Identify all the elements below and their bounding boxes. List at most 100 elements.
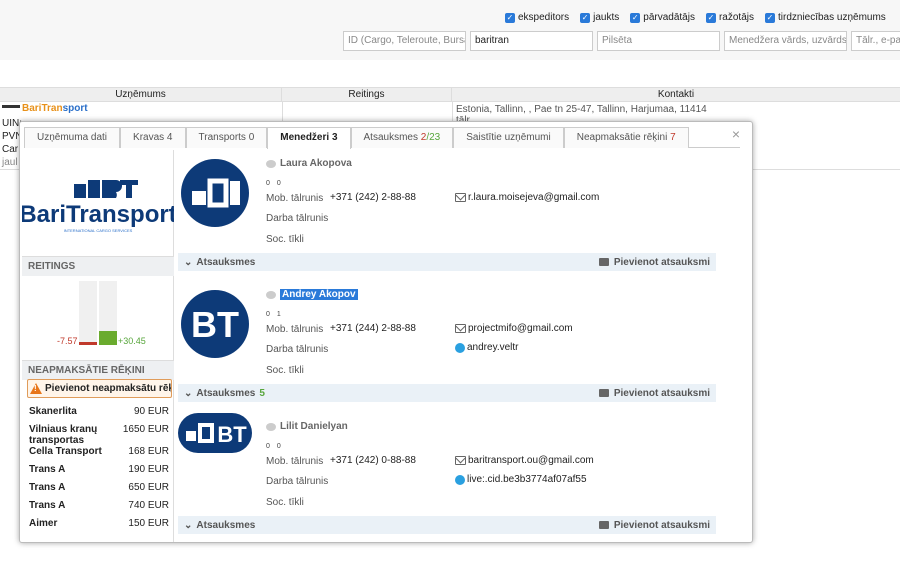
feedback-toggle[interactable]: ⌄ Atsauksmes: [184, 257, 259, 268]
checkbox-ekspeditors[interactable]: ✓ ekspeditors: [505, 12, 569, 23]
company-name-input[interactable]: baritran: [470, 31, 593, 51]
social-label: Soc. tīkli: [266, 234, 304, 245]
avatar: BT: [181, 290, 249, 358]
results-table-header: Uzņēmums Reitings Kontakti: [0, 87, 900, 102]
tab-cargo[interactable]: Kravas 4: [120, 127, 186, 148]
mobile-phone[interactable]: +371 (242) 0-88-88: [330, 455, 416, 466]
manager-name-row: Lilit Danielyan: [266, 421, 348, 432]
comment-icon: [598, 258, 609, 266]
feedback-toggle[interactable]: ⌄ Atsauksmes 5: [184, 388, 265, 399]
checkbox-checked-icon[interactable]: ✓: [505, 12, 515, 23]
feedback-bar: ⌄ Atsauksmes Pievienot atsauksmi: [178, 516, 716, 534]
flag-icon: [2, 105, 20, 108]
col-company[interactable]: Uzņēmums: [0, 88, 282, 101]
mobile-label: Mob. tālrunis: [266, 324, 324, 335]
work-phone-label: Darba tālrunis: [266, 344, 329, 355]
add-unpaid-invoice-button[interactable]: Pievienot neapmaksātu rēķinu: [27, 379, 172, 398]
id-search-input[interactable]: ID (Cargo, Teleroute, Bursa): [343, 31, 466, 51]
svg-text:BT: BT: [217, 422, 247, 447]
list-item[interactable]: Aimer 150 EUR: [29, 518, 169, 536]
social-label: Soc. tīkli: [266, 365, 304, 376]
skype-icon: [455, 474, 465, 485]
chat-icon[interactable]: [266, 290, 276, 299]
add-feedback-button[interactable]: Pievienot atsauksmi: [598, 257, 710, 268]
work-phone-label: Darba tālrunis: [266, 213, 329, 224]
chat-icon[interactable]: [266, 159, 276, 168]
list-item[interactable]: Vilniaus kranų transportas 1650 EUR: [29, 424, 169, 446]
comment-icon: [598, 521, 609, 529]
col-contacts[interactable]: Kontakti: [452, 88, 900, 101]
debts-title: NEAPMAKSĀTIE RĒĶINI: [22, 360, 174, 380]
list-item[interactable]: Trans A 190 EUR: [29, 464, 169, 482]
svg-text:BT: BT: [191, 304, 239, 345]
list-item[interactable]: Trans A 650 EUR: [29, 482, 169, 500]
company-logo: BariTransport INTERNATIONAL CARGO SERVIC…: [22, 180, 174, 233]
feedback-bar: ⌄ Atsauksmes 5 Pievienot atsauksmi: [178, 384, 716, 402]
social-label: Soc. tīkli: [266, 497, 304, 508]
checkbox-parvadatajs[interactable]: ✓ pārvadātājs: [630, 12, 695, 23]
logo-tagline: INTERNATIONAL CARGO SERVICES: [64, 228, 133, 233]
manager-email[interactable]: r.laura.moisejeva@gmail.com: [455, 192, 599, 203]
manager-email[interactable]: projectmifo@gmail.com: [455, 323, 573, 334]
feedback-bar: ⌄ Atsauksmes Pievienot atsauksmi: [178, 253, 716, 271]
company-type-checkboxes: ✓ ekspeditors ✓ jaukts ✓ pārvadātājs ✓ ražot…: [505, 12, 886, 23]
work-phone-label: Darba tālrunis: [266, 476, 329, 487]
checkbox-jaukts[interactable]: ✓ jaukts: [580, 12, 619, 23]
tab-managers[interactable]: Menedžeri 3: [267, 127, 351, 149]
manager-name-input[interactable]: Menedžera vārds, uzvārds: [724, 31, 847, 51]
manager-skype[interactable]: live:.cid.be3b3774af07af55: [455, 474, 587, 485]
rating-positive-value: +30.45: [118, 336, 146, 346]
manager-votes: 01: [266, 311, 281, 318]
comment-icon: [598, 389, 609, 397]
tab-company-data[interactable]: Uzņēmuma dati: [24, 127, 121, 148]
mobile-label: Mob. tālrunis: [266, 456, 324, 467]
manager-votes: 00: [266, 443, 281, 450]
rating-negative-value: -7.57: [57, 336, 78, 346]
checkbox-tirdzniecibas[interactable]: ✓ tirdzniecības uzņēmums: [764, 12, 886, 23]
checkbox-checked-icon[interactable]: ✓: [580, 12, 591, 23]
tab-related-companies[interactable]: Saistītie uzņēmumi: [453, 127, 564, 148]
avatar: [181, 159, 249, 227]
modal-tabs: Uzņēmuma dati Kravas 4 Transports 0 Mene…: [24, 127, 740, 149]
avatar: BT: [178, 413, 252, 453]
chevron-down-icon: ⌄: [184, 387, 193, 399]
mobile-phone[interactable]: +371 (244) 2-88-88: [330, 323, 416, 334]
rating-negative-bar: [79, 342, 97, 345]
add-feedback-button[interactable]: Pievienot atsauksmi: [598, 388, 710, 399]
chat-icon[interactable]: [266, 422, 276, 431]
list-item[interactable]: Trans A 740 EUR: [29, 500, 169, 518]
company-link[interactable]: BariTransport: [22, 103, 88, 114]
checkbox-razotajs[interactable]: ✓ ražotājs: [705, 12, 754, 23]
mobile-label: Mob. tālrunis: [266, 193, 324, 204]
phone-email-input[interactable]: Tālr., e-past: [851, 31, 900, 51]
add-feedback-button[interactable]: Pievienot atsauksmi: [598, 520, 710, 531]
logo-wordmark: BariTransport: [22, 201, 174, 228]
mobile-phone[interactable]: +371 (242) 2-88-88: [330, 192, 416, 203]
email-icon: [455, 193, 466, 202]
manager-name-row: Andrey Akopov: [266, 289, 358, 300]
chevron-down-icon: ⌄: [184, 519, 193, 531]
checkbox-checked-icon[interactable]: ✓: [630, 12, 641, 23]
manager-votes: 00: [266, 180, 281, 187]
rating-title: REITINGS: [22, 256, 174, 276]
company-sidebar: BariTransport INTERNATIONAL CARGO SERVIC…: [22, 150, 174, 542]
feedback-toggle[interactable]: ⌄ Atsauksmes: [184, 520, 259, 531]
checkbox-checked-icon[interactable]: ✓: [764, 12, 775, 23]
manager-name-row: Laura Akopova: [266, 158, 352, 169]
manager-skype[interactable]: andrey.veltr: [455, 342, 519, 353]
filter-bar: ✓ ekspeditors ✓ jaukts ✓ pārvadātājs ✓ ražot…: [0, 0, 900, 60]
col-rating[interactable]: Reitings: [282, 88, 452, 101]
checkbox-checked-icon[interactable]: ✓: [705, 12, 716, 23]
manager-email[interactable]: baritransport.ou@gmail.com: [455, 455, 594, 466]
company-modal: × Uzņēmuma dati Kravas 4 Transports 0 Me…: [19, 121, 753, 543]
rating-negative-track: [79, 281, 97, 345]
tab-transport[interactable]: Transports 0: [185, 127, 268, 148]
rating-positive-bar: [99, 331, 117, 345]
list-item[interactable]: Cella Transport 168 EUR: [29, 446, 169, 464]
email-icon: [455, 456, 466, 465]
city-input[interactable]: Pilsēta: [597, 31, 720, 51]
tab-unpaid-invoices[interactable]: Neapmaksātie rēķini 7: [563, 127, 689, 148]
tab-feedback[interactable]: Atsauksmes 2/23: [350, 127, 454, 148]
list-item[interactable]: Skanerlita 90 EUR: [29, 406, 169, 424]
search-inputs: ID (Cargo, Teleroute, Bursa) baritran Pi…: [343, 31, 900, 51]
